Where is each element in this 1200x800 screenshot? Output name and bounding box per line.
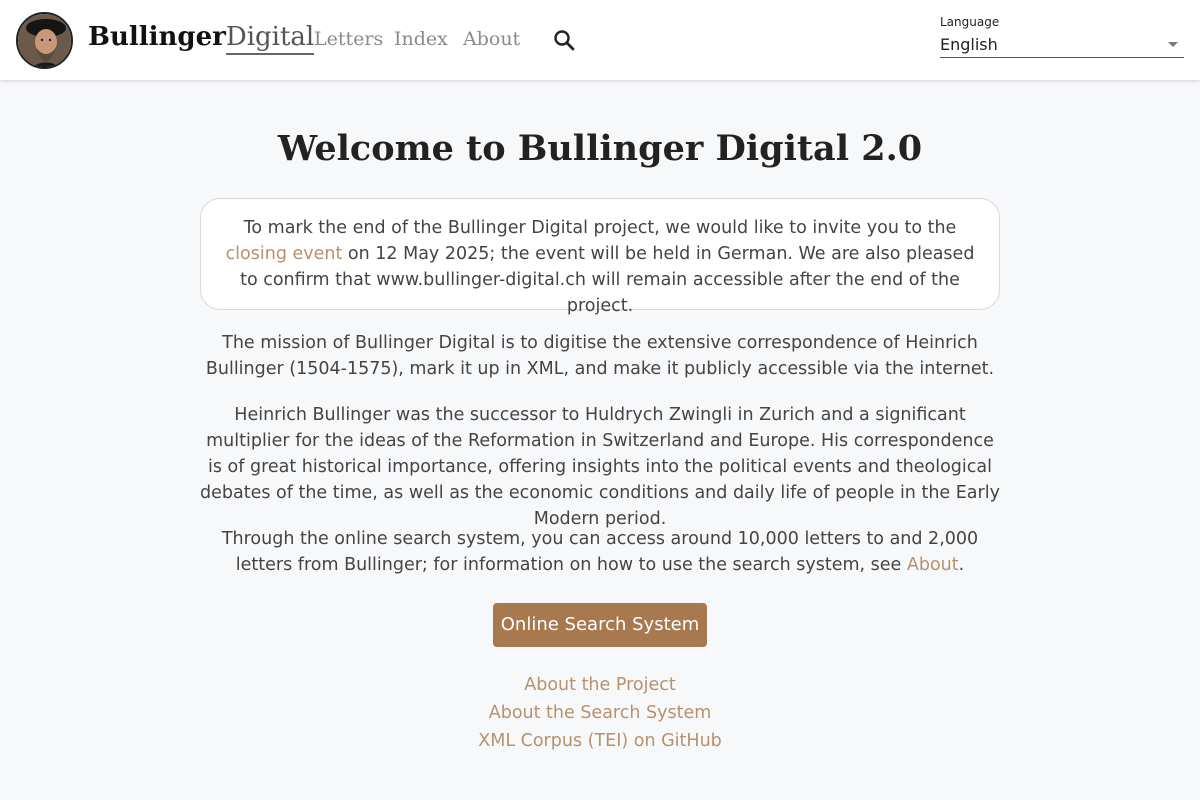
site-logo[interactable]: BullingerDigital <box>88 22 315 62</box>
bullinger-paragraph: Heinrich Bullinger was the successor to … <box>200 405 1000 529</box>
about-project-link[interactable]: About the Project <box>0 675 1200 695</box>
about-search-system-link[interactable]: About the Search System <box>0 703 1200 723</box>
site-header: BullingerDigital Letters Index About Lan… <box>0 0 1200 80</box>
about-inline-link[interactable]: About <box>907 555 959 575</box>
closing-event-notice: To mark the end of the Bullinger Digital… <box>200 198 1000 316</box>
search-icon <box>554 30 575 51</box>
nav-about[interactable]: About <box>463 28 520 50</box>
xml-corpus-github-link[interactable]: XML Corpus (TEI) on GitHub <box>0 731 1200 751</box>
bullinger-portrait-avatar[interactable] <box>16 12 73 69</box>
nav-letters[interactable]: Letters <box>314 28 383 50</box>
search-para-text-before: Through the online search system, you ca… <box>221 529 979 575</box>
nav-index[interactable]: Index <box>394 28 448 50</box>
language-selected-value: English <box>940 35 998 54</box>
search-system-paragraph: Through the online search system, you ca… <box>200 526 1000 578</box>
dropdown-arrow-icon <box>1168 42 1178 47</box>
page-title: Welcome to Bullinger Digital 2.0 <box>277 128 923 169</box>
logo-digital-text: Digital <box>225 22 315 55</box>
search-button[interactable] <box>552 28 578 54</box>
notice-text-before: To mark the end of the Bullinger Digital… <box>243 218 957 238</box>
logo-bullinger-text: Bullinger <box>88 22 226 52</box>
online-search-system-button[interactable]: Online Search System <box>493 603 707 647</box>
mission-paragraph: The mission of Bullinger Digital is to d… <box>205 333 995 379</box>
language-label: Language <box>940 15 1000 29</box>
notice-text-after: on 12 May 2025; the event will be held i… <box>240 244 975 316</box>
search-para-text-after: . <box>958 555 965 575</box>
closing-event-link[interactable]: closing event <box>226 244 343 264</box>
language-select[interactable]: English <box>940 33 1184 58</box>
